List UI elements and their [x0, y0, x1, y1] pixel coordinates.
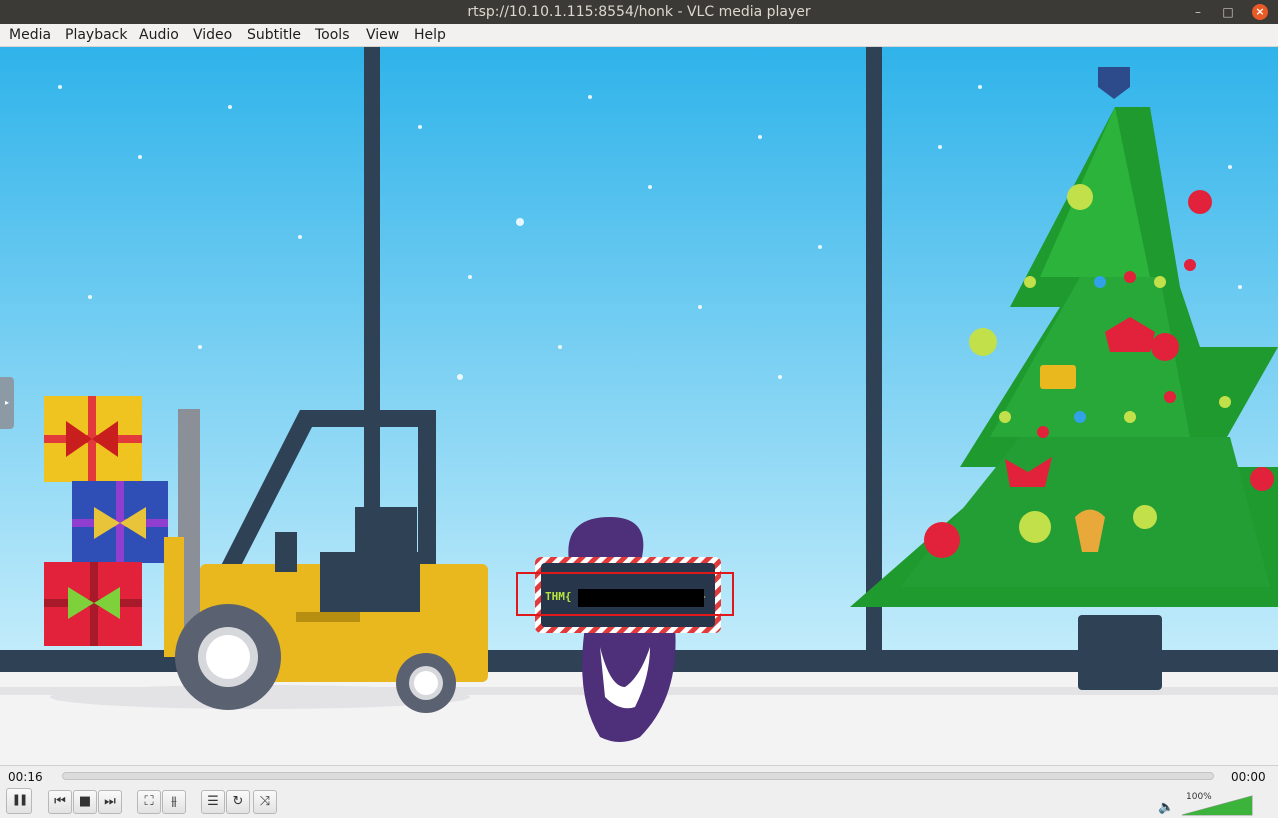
maximize-button[interactable]: □ — [1220, 4, 1236, 20]
stop-button[interactable]: ■ — [73, 790, 97, 814]
current-time: 00:16 — [8, 770, 43, 784]
menu-media[interactable]: Media — [9, 26, 51, 44]
menu-audio[interactable]: Audio — [139, 26, 179, 44]
extended-settings-button[interactable]: ⫵ — [162, 790, 186, 814]
volume-slider[interactable] — [1182, 794, 1254, 816]
next-icon: ⏭ — [104, 794, 116, 809]
menu-video[interactable]: Video — [193, 26, 232, 44]
menu-subtitle[interactable]: Subtitle — [247, 26, 301, 44]
menu-playback[interactable]: Playback — [65, 26, 127, 44]
seek-slider[interactable] — [62, 772, 1214, 780]
loop-icon: ↻ — [232, 794, 244, 809]
fullscreen-button[interactable]: ⛶ — [137, 790, 161, 814]
pause-icon: ❚❚ — [11, 793, 29, 806]
random-button[interactable]: ⤨ — [253, 790, 277, 814]
menu-view[interactable]: View — [366, 26, 399, 44]
loop-button[interactable]: ↻ — [226, 790, 250, 814]
total-time: 00:00 — [1231, 770, 1266, 784]
title-bar[interactable]: rtsp://10.10.1.115:8554/honk - VLC media… — [0, 0, 1278, 24]
fullscreen-icon: ⛶ — [144, 794, 154, 809]
vlc-window: rtsp://10.10.1.115:8554/honk - VLC media… — [0, 0, 1278, 818]
playlist-button[interactable]: ☰ — [201, 790, 225, 814]
window-title: rtsp://10.10.1.115:8554/honk - VLC media… — [467, 4, 811, 20]
video-area[interactable]: ▸ — [0, 47, 1278, 765]
menu-bar: Media Playback Audio Video Subtitle Tool… — [0, 24, 1278, 47]
volume-icon[interactable]: 🔈 — [1158, 800, 1174, 815]
next-button[interactable]: ⏭ — [98, 790, 122, 814]
minimize-button[interactable]: – — [1190, 4, 1206, 20]
previous-icon: ⏮ — [54, 794, 66, 809]
equalizer-icon: ⫵ — [171, 794, 177, 809]
pause-button[interactable]: ❚❚ — [6, 788, 32, 814]
close-button[interactable]: × — [1252, 4, 1268, 20]
playlist-icon: ☰ — [207, 794, 219, 809]
highlight-box — [516, 572, 734, 616]
stop-icon: ■ — [78, 794, 92, 809]
previous-button[interactable]: ⏮ — [48, 790, 72, 814]
video-frame — [0, 47, 1278, 765]
shuffle-icon: ⤨ — [259, 794, 271, 809]
sidebar-toggle[interactable]: ▸ — [0, 377, 14, 429]
menu-tools[interactable]: Tools — [315, 26, 350, 44]
control-bar: 00:16 00:00 ❚❚ ⏮ ■ ⏭ ⛶ ⫵ ☰ ↻ ⤨ 🔈 100% — [0, 765, 1278, 818]
menu-help[interactable]: Help — [414, 26, 446, 44]
